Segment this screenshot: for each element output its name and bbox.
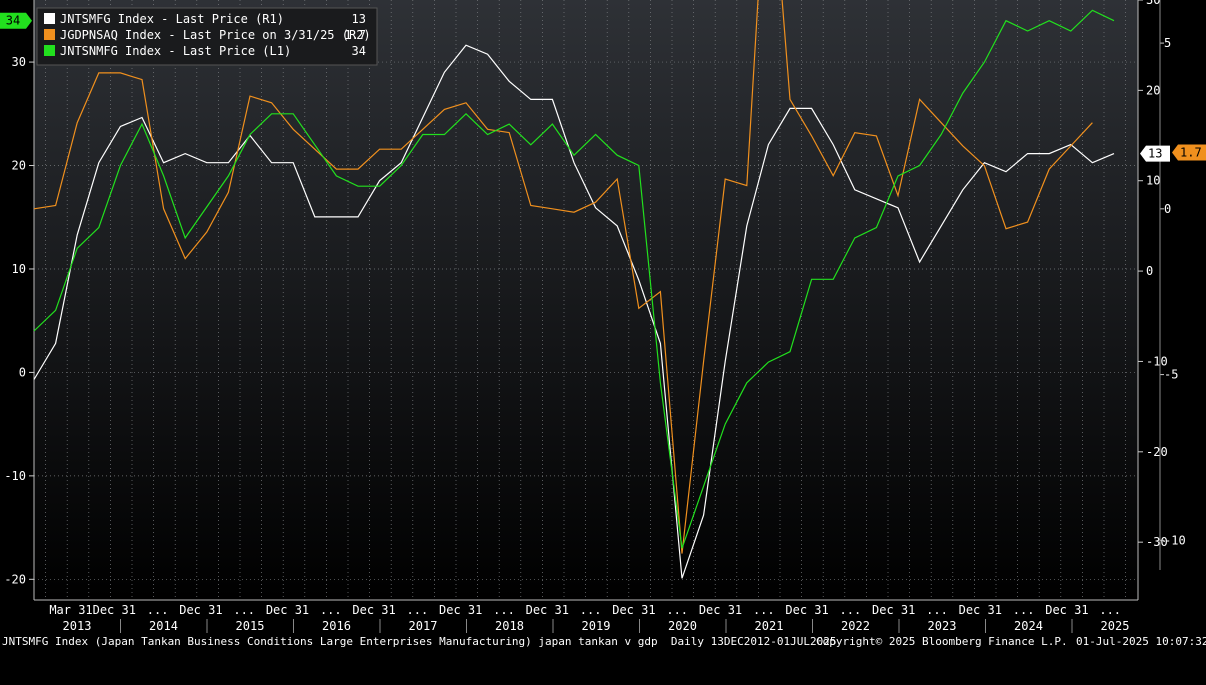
year-label: 2024 xyxy=(1014,619,1043,633)
legend-swatch xyxy=(44,29,55,40)
x-tick-label: Dec 31 xyxy=(179,603,222,617)
legend: JNTSMFG Index - Last Price (R1) 13 JGDPNSA… xyxy=(36,7,378,66)
left-tick-label: 10 xyxy=(12,262,26,276)
x-tick-label: Mar 31 xyxy=(49,603,92,617)
year-label: 2013 xyxy=(63,619,92,633)
year-label: 2017 xyxy=(409,619,438,633)
footer-description: JNTSMFG Index (Japan Tankan Business Con… xyxy=(2,635,837,648)
x-tick-label: ... xyxy=(580,603,602,617)
right2-tick-label: 5 xyxy=(1164,36,1171,50)
left-tick-label: 0 xyxy=(19,365,26,379)
x-axis-labels: Mar 31 Dec 31... Dec 31... Dec 31... Dec 31.… xyxy=(49,603,1121,617)
x-tick-label: ... xyxy=(1013,603,1035,617)
x-tick-label: ... xyxy=(926,603,948,617)
footer: JNTSMFG Index (Japan Tankan Business Con… xyxy=(0,633,1206,652)
legend-value: 1.7 xyxy=(344,28,366,42)
x-tick-label: Dec 31 xyxy=(266,603,309,617)
left-tick-label: -10 xyxy=(4,469,26,483)
x-tick-label: ... xyxy=(666,603,688,617)
year-label: 2025 xyxy=(1101,619,1130,633)
plot-area xyxy=(34,0,1138,600)
legend-value: 13 xyxy=(352,12,366,26)
left-flag-label: 34 xyxy=(6,14,20,28)
year-label: 2019 xyxy=(582,619,611,633)
legend-label: JNTSMFG Index - Last Price (R1) xyxy=(60,12,284,26)
right-flag-label: 1.7 xyxy=(1180,145,1202,159)
legend-swatch xyxy=(44,13,55,24)
right1-tick-label: -20 xyxy=(1146,445,1168,459)
right2-tick-label: -5 xyxy=(1164,368,1178,382)
x-tick-label: ... xyxy=(753,603,775,617)
x-tick-label: ... xyxy=(147,603,169,617)
left-tick-label: 20 xyxy=(12,159,26,173)
year-label: 2016 xyxy=(322,619,351,633)
year-label: 2018 xyxy=(495,619,524,633)
legend-swatch xyxy=(44,45,55,56)
x-tick-label: ... xyxy=(407,603,429,617)
legend-label: JNTSNMFG Index - Last Price (L1) xyxy=(60,44,291,58)
year-label: 2022 xyxy=(841,619,870,633)
right1-tick-label: 30 xyxy=(1146,0,1160,7)
x-tick-label: Dec 31 xyxy=(439,603,482,617)
year-label: 2021 xyxy=(755,619,784,633)
x-tick-label: ... xyxy=(840,603,862,617)
footer-copyright: Copyright© 2025 Bloomberg Finance L.P. xyxy=(816,635,1068,648)
x-tick-label: ... xyxy=(493,603,515,617)
x-tick-label: Dec 31 xyxy=(699,603,742,617)
year-label: 2014 xyxy=(149,619,178,633)
right1-tick-label: 20 xyxy=(1146,83,1160,97)
year-label: 2020 xyxy=(668,619,697,633)
left-tick-label: -20 xyxy=(4,572,26,586)
right2-tick-label: 0 xyxy=(1164,202,1171,216)
x-tick-label: Dec 31 xyxy=(93,603,136,617)
legend-value: 34 xyxy=(352,44,366,58)
x-tick-label: Dec 31 xyxy=(785,603,828,617)
x-tick-label: Dec 31 xyxy=(612,603,655,617)
x-tick-label: Dec 31 xyxy=(872,603,915,617)
year-label: 2015 xyxy=(236,619,265,633)
x-tick-label: Dec 31 xyxy=(1045,603,1088,617)
right1-tick-label: 10 xyxy=(1146,174,1160,188)
x-tick-label: ... xyxy=(233,603,255,617)
footer-timestamp: 01-Jul-2025 10:07:32 xyxy=(1076,635,1206,648)
x-tick-label: ... xyxy=(320,603,342,617)
chart: -20-100102030-30-20-100102030-10-505Mar … xyxy=(0,0,1206,633)
right1-tick-label: 0 xyxy=(1146,264,1153,278)
x-tick-label: Dec 31 xyxy=(526,603,569,617)
x-tick-label: Dec 31 xyxy=(352,603,395,617)
x-tick-label: ... xyxy=(1099,603,1121,617)
right-flag-label: 13 xyxy=(1148,147,1162,161)
x-tick-label: Dec 31 xyxy=(959,603,1002,617)
legend-label: JGDPNSAQ Index - Last Price on 3/31/25 (… xyxy=(60,28,371,42)
left-tick-label: 30 xyxy=(12,55,26,69)
right1-tick-label: -10 xyxy=(1146,354,1168,368)
year-label: 2023 xyxy=(928,619,957,633)
right2-tick-label: -10 xyxy=(1164,533,1186,547)
